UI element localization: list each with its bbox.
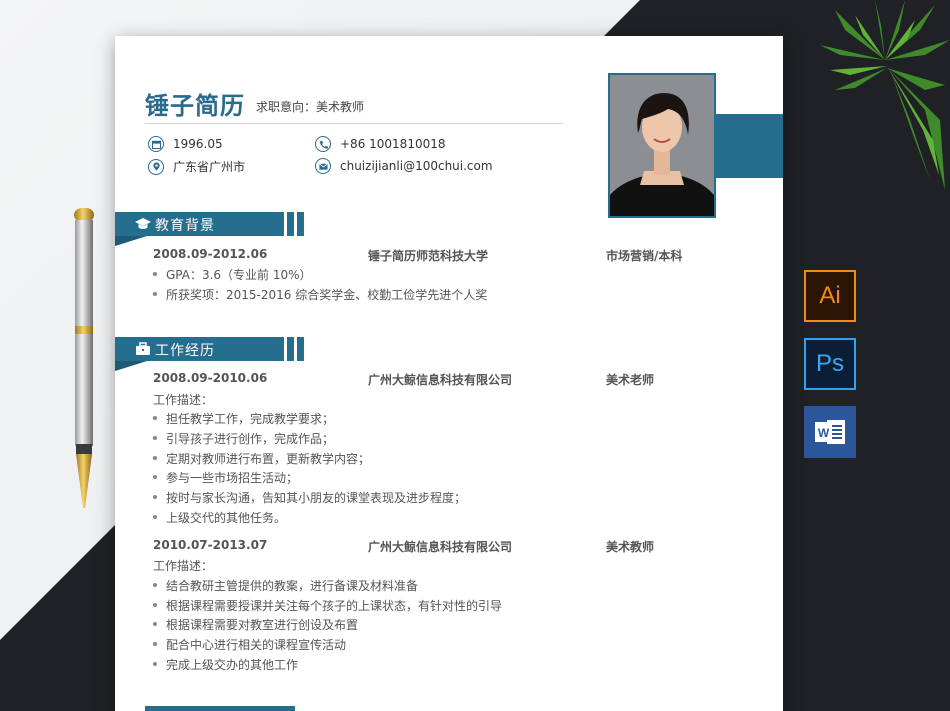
education-period: 2008.09-2012.06 — [153, 247, 268, 261]
calendar-icon — [148, 136, 164, 152]
education-school: 锤子简历师范科技大学 — [368, 249, 489, 263]
job-row: 2010.07-2013.07 广州大鲸信息科技有限公司 美术教师 — [153, 538, 713, 554]
info-phone: +86 1001810018 — [315, 136, 446, 152]
job-intent: 求职意向：美术教师 — [256, 100, 365, 114]
section-header-education: 教育背景 — [115, 212, 305, 246]
list-item: 担任教学工作，完成教学要求； — [153, 410, 334, 427]
person-portrait-icon — [610, 75, 714, 216]
resume-name: 锤子简历 — [145, 92, 245, 120]
job-desc-label: 工作描述： — [153, 559, 214, 573]
illustrator-app-icon: Ai — [804, 270, 856, 322]
svg-text:W: W — [818, 426, 830, 440]
job-role: 美术教师 — [606, 540, 655, 554]
job-company: 广州大鲸信息科技有限公司 — [368, 373, 513, 387]
next-section-header-partial — [145, 706, 295, 711]
info-location: 广东省广州市 — [148, 158, 245, 175]
list-item: 根据课程需要授课并关注每个孩子的上课状态，有针对性的引导 — [153, 597, 502, 614]
pen-decoration-icon — [74, 208, 94, 508]
phone-icon — [315, 136, 331, 152]
graduation-cap-icon — [135, 218, 151, 229]
list-item: 上级交代的其他任务。 — [153, 509, 286, 526]
header-divider — [145, 123, 563, 124]
list-item: 配合中心进行相关的课程宣传活动 — [153, 636, 346, 653]
section-title-education: 教育背景 — [155, 218, 215, 234]
location-pin-icon — [148, 158, 164, 175]
briefcase-icon — [136, 342, 150, 355]
list-item: 引导孩子进行创作，完成作品； — [153, 430, 334, 447]
photo-accent-band — [715, 114, 783, 178]
list-item: 参与一些市场招生活动； — [153, 469, 298, 486]
list-item: GPA：3.6（专业前 10%） — [153, 266, 312, 283]
word-app-icon: W — [804, 406, 856, 458]
job-role: 美术老师 — [606, 373, 655, 387]
resume-paper: 锤子简历 求职意向：美术教师 1996.05 广东省广州市 +86 100181… — [115, 36, 783, 711]
info-email: chuizijianli@100chui.com — [315, 158, 493, 174]
list-item: 所获奖项：2015-2016 综合奖学金、校勤工俭学先进个人奖 — [153, 286, 487, 303]
photoshop-app-icon: Ps — [804, 338, 856, 390]
job-row: 2008.09-2010.06 广州大鲸信息科技有限公司 美术老师 — [153, 371, 713, 387]
education-row: 2008.09-2012.06 锤子简历师范科技大学 市场营销/本科 — [153, 247, 713, 263]
profile-photo — [608, 73, 716, 218]
job-company: 广州大鲸信息科技有限公司 — [368, 540, 513, 554]
list-item: 完成上级交办的其他工作 — [153, 656, 298, 673]
job-desc-label: 工作描述： — [153, 393, 214, 407]
job-period: 2010.07-2013.07 — [153, 538, 268, 552]
email-icon — [315, 158, 331, 174]
plant-decoration-icon — [820, 0, 950, 190]
list-item: 根据课程需要对教室进行创设及布置 — [153, 616, 358, 633]
section-title-work: 工作经历 — [155, 343, 215, 359]
education-major: 市场营销/本科 — [606, 249, 683, 263]
list-item: 结合教研主管提供的教案，进行备课及材料准备 — [153, 577, 418, 594]
info-birth: 1996.05 — [148, 136, 223, 152]
list-item: 定期对教师进行布置，更新教学内容； — [153, 450, 370, 467]
section-header-work: 工作经历 — [115, 337, 305, 371]
list-item: 按时与家长沟通，告知其小朋友的课堂表现及进步程度； — [153, 489, 466, 506]
job-period: 2008.09-2010.06 — [153, 371, 268, 385]
